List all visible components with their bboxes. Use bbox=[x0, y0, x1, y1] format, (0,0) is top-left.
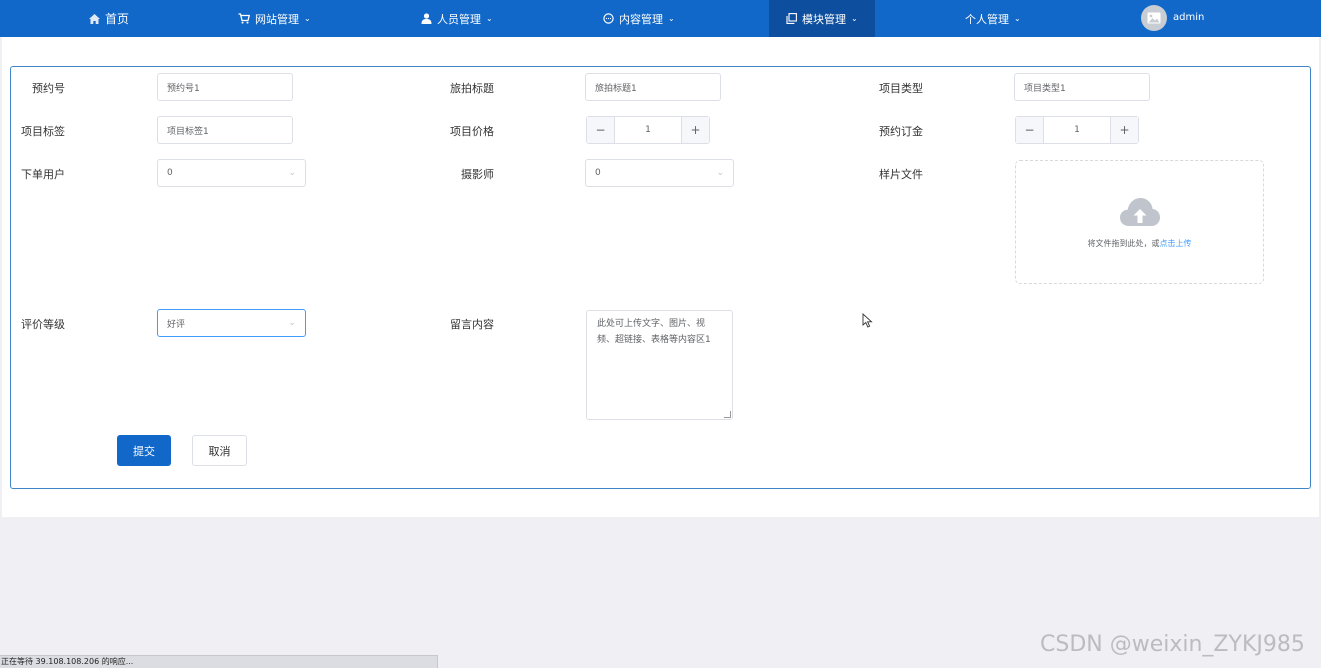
decrement-button[interactable]: − bbox=[1016, 117, 1044, 143]
user-name[interactable]: admin bbox=[1173, 12, 1204, 23]
travel-title-label: 旅拍标题 bbox=[450, 82, 494, 95]
project-type-label: 项目类型 bbox=[879, 82, 923, 95]
travel-title-input[interactable]: 旅拍标题1 bbox=[585, 73, 721, 101]
order-user-label: 下单用户 bbox=[21, 168, 65, 181]
cloud-upload-icon bbox=[1119, 197, 1160, 226]
message-textarea[interactable]: 此处可上传文字、图片、视频、超链接、表格等内容区1 bbox=[586, 310, 733, 420]
chevron-down-icon: ⌄ bbox=[716, 168, 724, 178]
project-type-value: 项目类型1 bbox=[1024, 83, 1066, 94]
photographer-label: 摄影师 bbox=[461, 168, 494, 181]
chevron-down-icon: ⌄ bbox=[288, 168, 296, 178]
rating-label: 评价等级 bbox=[21, 318, 65, 331]
copy-icon bbox=[786, 13, 797, 24]
deposit-stepper[interactable]: − 1 + bbox=[1015, 116, 1139, 144]
project-price-stepper[interactable]: − 1 + bbox=[586, 116, 710, 144]
nav-personal-label: 个人管理 bbox=[965, 12, 1009, 26]
deposit-label: 预约订金 bbox=[879, 125, 923, 138]
chevron-down-icon: ⌄ bbox=[851, 14, 858, 23]
nav-content[interactable]: 内容管理 ⌄ bbox=[603, 0, 675, 37]
increment-button[interactable]: + bbox=[1110, 117, 1138, 143]
top-nav: 首页 网站管理 ⌄ 人员管理 ⌄ 内容管理 ⌄ 模块管理 ⌄ 个人管理 ⌄ ad… bbox=[0, 0, 1321, 37]
nav-personal[interactable]: 个人管理 ⌄ bbox=[965, 0, 1021, 37]
mouse-cursor-icon bbox=[862, 313, 873, 328]
watermark: CSDN @weixin_ZYKJ985 bbox=[1040, 632, 1305, 657]
travel-title-value: 旅拍标题1 bbox=[595, 83, 637, 94]
user-icon bbox=[421, 13, 432, 24]
upload-hint-text: 将文件拖到此处，或 bbox=[1087, 238, 1160, 248]
nav-personnel[interactable]: 人员管理 ⌄ bbox=[421, 0, 493, 37]
project-price-label: 项目价格 bbox=[450, 125, 494, 138]
nav-home[interactable]: 首页 bbox=[89, 0, 129, 37]
cancel-button[interactable]: 取消 bbox=[192, 435, 247, 466]
increment-button[interactable]: + bbox=[681, 117, 709, 143]
order-user-select[interactable]: 0 ⌄ bbox=[157, 159, 306, 187]
deposit-value[interactable]: 1 bbox=[1044, 117, 1110, 143]
resize-handle[interactable] bbox=[724, 411, 731, 418]
project-tag-input[interactable]: 项目标签1 bbox=[157, 116, 293, 144]
booking-form: 预约号 预约号1 旅拍标题 旅拍标题1 项目类型 项目类型1 项目标签 项目标签… bbox=[10, 66, 1311, 489]
nav-website[interactable]: 网站管理 ⌄ bbox=[238, 0, 311, 37]
nav-content-label: 内容管理 bbox=[619, 12, 663, 26]
photographer-select[interactable]: 0 ⌄ bbox=[585, 159, 734, 187]
rating-select[interactable]: 好评 ⌄ bbox=[157, 309, 306, 337]
message-label: 留言内容 bbox=[450, 318, 494, 331]
nav-module-label: 模块管理 bbox=[802, 12, 846, 26]
project-type-input[interactable]: 项目类型1 bbox=[1014, 73, 1150, 101]
decrement-button[interactable]: − bbox=[587, 117, 615, 143]
nav-module[interactable]: 模块管理 ⌄ bbox=[769, 0, 875, 37]
rating-value: 好评 bbox=[167, 319, 186, 330]
cart-icon bbox=[238, 13, 250, 24]
chevron-down-icon: ⌄ bbox=[304, 14, 311, 23]
chevron-down-icon: ⌄ bbox=[486, 14, 493, 23]
project-price-value[interactable]: 1 bbox=[615, 117, 681, 143]
chevron-down-icon: ⌄ bbox=[1014, 14, 1021, 23]
nav-website-label: 网站管理 bbox=[255, 12, 299, 26]
browser-status-bar: 正在等待 39.108.108.206 的响应... bbox=[0, 655, 438, 668]
nav-home-label: 首页 bbox=[105, 12, 130, 26]
message-value: 此处可上传文字、图片、视频、超链接、表格等内容区1 bbox=[597, 319, 711, 345]
image-icon bbox=[1147, 12, 1161, 24]
upload-hint: 将文件拖到此处，或点击上传 bbox=[1088, 238, 1192, 249]
chat-icon bbox=[603, 13, 614, 24]
upload-link[interactable]: 点击上传 bbox=[1160, 239, 1192, 248]
booking-no-label: 预约号 bbox=[32, 82, 65, 95]
sample-file-label: 样片文件 bbox=[879, 168, 923, 181]
submit-button[interactable]: 提交 bbox=[117, 435, 171, 466]
photographer-value: 0 bbox=[595, 168, 601, 178]
project-tag-value: 项目标签1 bbox=[167, 126, 209, 137]
nav-personnel-label: 人员管理 bbox=[437, 12, 481, 26]
sample-file-upload[interactable]: 将文件拖到此处，或点击上传 bbox=[1015, 160, 1264, 284]
chevron-down-icon: ⌄ bbox=[668, 14, 675, 23]
avatar[interactable] bbox=[1141, 5, 1167, 31]
main-content: 预约号 预约号1 旅拍标题 旅拍标题1 项目类型 项目类型1 项目标签 项目标签… bbox=[2, 37, 1319, 517]
chevron-down-icon: ⌄ bbox=[288, 318, 296, 328]
booking-no-input[interactable]: 预约号1 bbox=[157, 73, 293, 101]
home-icon bbox=[89, 13, 100, 24]
booking-no-value: 预约号1 bbox=[167, 83, 200, 94]
order-user-value: 0 bbox=[167, 168, 173, 178]
project-tag-label: 项目标签 bbox=[21, 125, 65, 138]
